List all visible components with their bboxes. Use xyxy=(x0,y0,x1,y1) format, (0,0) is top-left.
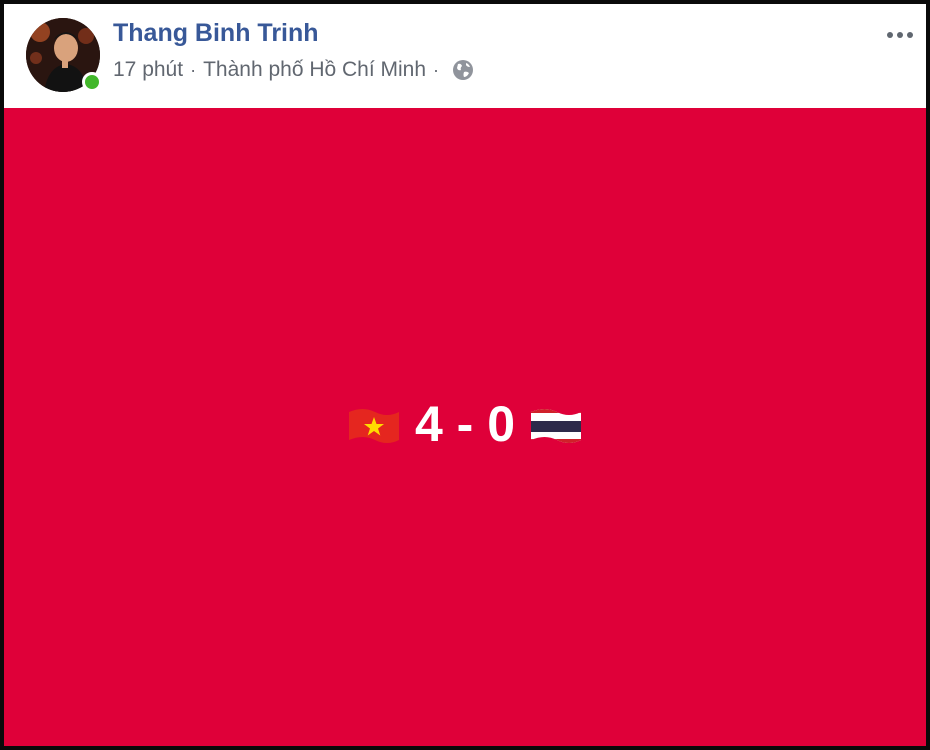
globe-icon[interactable] xyxy=(452,59,474,81)
meta-separator-2: · xyxy=(433,59,440,80)
post-meta: 17 phút · Thành phố Hồ Chí Minh · xyxy=(113,58,474,82)
thailand-flag-icon xyxy=(527,402,585,446)
match-score: 4 - 0 xyxy=(414,396,516,452)
author-name-link[interactable]: Thang Binh Trinh xyxy=(113,19,319,48)
vietnam-flag-icon xyxy=(345,402,403,446)
more-dot xyxy=(907,32,913,38)
post-timestamp[interactable]: 17 phút xyxy=(113,58,183,82)
more-dot xyxy=(897,32,903,38)
post-header: Thang Binh Trinh 17 phút · Thành phố Hồ … xyxy=(4,4,926,108)
avatar[interactable] xyxy=(26,18,102,92)
status-background: 4 - 0 xyxy=(4,108,926,746)
more-options-button[interactable] xyxy=(880,24,920,46)
status-text: 4 - 0 xyxy=(345,395,585,453)
more-dot xyxy=(887,32,893,38)
meta-separator: · xyxy=(190,59,197,80)
post-card: Thang Binh Trinh 17 phút · Thành phố Hồ … xyxy=(0,0,930,750)
post-location[interactable]: Thành phố Hồ Chí Minh xyxy=(203,58,426,82)
online-status-indicator xyxy=(82,72,102,92)
